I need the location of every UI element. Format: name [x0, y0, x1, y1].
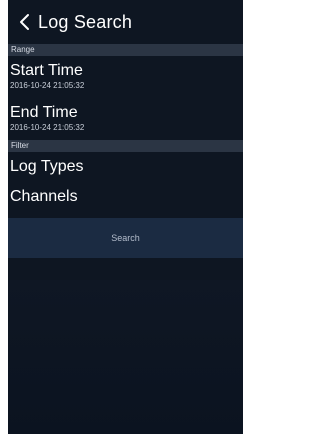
search-button[interactable]: Search	[8, 218, 243, 258]
range-section-header: Range	[8, 44, 243, 56]
end-time-value: 2016-10-24 21:05:32	[10, 123, 85, 132]
end-time-row[interactable]: End Time 2016-10-24 21:05:32	[8, 98, 243, 140]
log-search-screen: Log Search Range Start Time 2016-10-24 2…	[8, 0, 243, 434]
chevron-left-icon[interactable]	[16, 11, 32, 33]
page-title: Log Search	[38, 11, 133, 32]
start-time-value: 2016-10-24 21:05:32	[10, 81, 85, 90]
channels-row[interactable]: Channels	[8, 182, 243, 212]
channels-label: Channels	[10, 188, 78, 205]
log-types-label: Log Types	[10, 158, 84, 175]
filter-section-header: Filter	[8, 140, 243, 152]
end-time-label: End Time	[10, 104, 78, 121]
start-time-label: Start Time	[10, 62, 83, 79]
empty-content-area	[8, 280, 243, 434]
log-types-row[interactable]: Log Types	[8, 152, 243, 182]
app-header: Log Search	[8, 0, 243, 44]
start-time-row[interactable]: Start Time 2016-10-24 21:05:32	[8, 56, 243, 98]
